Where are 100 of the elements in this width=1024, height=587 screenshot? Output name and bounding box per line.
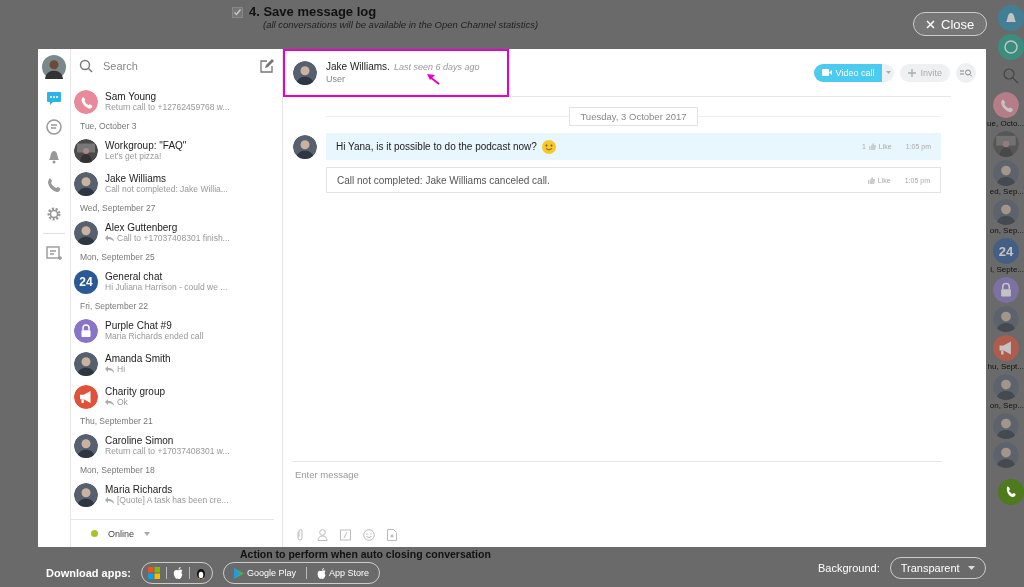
section-note: (all conversations will be available in the Open Channel statistics): [263, 19, 539, 30]
chat-avatar: 24: [993, 238, 1019, 264]
date-header: Wed, September 27: [79, 202, 157, 215]
chat-name[interactable]: Charity group: [105, 386, 166, 397]
thumbs-up-icon: [867, 176, 875, 184]
chat-avatar: 24: [74, 269, 98, 294]
date-label: hu, Sept...: [987, 362, 1024, 371]
windows-icon[interactable]: [147, 567, 160, 579]
avatar: [993, 199, 1019, 225]
avatar: [74, 433, 98, 458]
message-preview: Call to +17037408301 finish...: [117, 233, 230, 243]
date-header: Thu, September 21: [79, 415, 154, 428]
message-preview: Return call to +17037408301 w...: [105, 446, 230, 456]
lock-icon: [993, 277, 1019, 303]
date-header: Mon, September 25: [79, 251, 156, 264]
avatar: [293, 134, 317, 159]
date-header: Tue, October 3: [79, 120, 138, 133]
user-avatar[interactable]: [42, 55, 66, 79]
caret-icon[interactable]: [144, 531, 150, 536]
date-label: on, Sep...: [989, 401, 1024, 410]
chat-name[interactable]: Alex Guttenberg: [105, 222, 178, 233]
chat-name[interactable]: Jake Williams: [105, 173, 167, 184]
status-label[interactable]: Online: [108, 528, 134, 539]
contact-name: Jake Williams.: [326, 61, 390, 72]
camera-icon: [821, 69, 832, 76]
notes-icon[interactable]: [44, 243, 64, 263]
phone-icon: [998, 479, 1024, 505]
chat-name[interactable]: Amanda Smith: [105, 353, 171, 364]
close-button[interactable]: Close: [913, 12, 988, 36]
date-label: on, Sep...: [989, 226, 1024, 235]
reply-icon: [105, 398, 114, 406]
avatar: [993, 374, 1019, 400]
avatar: [74, 482, 98, 507]
phone-icon: [993, 92, 1019, 118]
avatar: [74, 171, 98, 196]
message-preview: Return call to +12762459768 w...: [105, 102, 230, 112]
message-text: Call not completed: Jake Williams canceled call.: [337, 174, 550, 186]
apple-icon[interactable]: [172, 567, 183, 579]
chat-name[interactable]: Workgroup: "FAQ": [105, 140, 187, 151]
last-seen: Last seen 6 days ago: [393, 62, 480, 72]
background-label: Background:: [818, 562, 880, 574]
avatar: [293, 60, 317, 85]
play-icon: [233, 567, 244, 579]
date-label: ed, Sep...: [989, 187, 1024, 196]
store-badge[interactable]: Google Play: [229, 567, 300, 579]
section-heading: 4. Save message log: [249, 4, 378, 19]
chat-name[interactable]: Caroline Simon: [105, 435, 174, 446]
reply-icon: [105, 234, 114, 242]
message-preview: Let's get pizza!: [105, 151, 162, 161]
avatar: [74, 220, 98, 245]
thumbs-up-icon: [868, 143, 876, 150]
message-preview: Call not completed: Jake Willia...: [105, 184, 228, 194]
date-header: Mon, September 18: [79, 464, 156, 477]
caret-button[interactable]: [882, 63, 895, 82]
close-icon: [926, 19, 935, 29]
message-preview: Hi Juliana Harrison - could we ...: [105, 282, 228, 292]
search-icon: [960, 68, 972, 77]
smiley-icon: [541, 139, 556, 154]
download-label: Download apps:: [46, 567, 131, 579]
avatar: [993, 160, 1019, 186]
lock-icon: [74, 318, 98, 343]
megaphone-icon: [74, 384, 98, 409]
megaphone-icon: [993, 335, 1019, 361]
compose-icon[interactable]: [260, 59, 274, 73]
apple-icon: [317, 567, 326, 579]
chat-name[interactable]: General chat: [105, 271, 163, 282]
avatar: [74, 351, 98, 376]
chat-name[interactable]: Sam Young: [105, 91, 157, 102]
document-icon[interactable]: [387, 529, 397, 541]
avatar: [993, 413, 1019, 439]
penguin-icon[interactable]: [195, 567, 206, 579]
message-preview: Ok: [117, 397, 128, 407]
date-label: ue, Octo...: [987, 119, 1024, 128]
chat-name[interactable]: Purple Chat #9: [105, 320, 172, 331]
message-preview: Maria Richards ended call: [105, 331, 204, 341]
slash-icon[interactable]: [340, 529, 351, 541]
caret-icon: [967, 566, 975, 570]
paperclip-icon[interactable]: [295, 529, 305, 541]
message-text: Hi Yana, is it possible to do the podcast now?: [336, 141, 537, 152]
search-button[interactable]: [956, 62, 976, 83]
section-heading: Action to perform when auto closing conversation: [240, 548, 491, 560]
store-badge[interactable]: App Store: [313, 567, 373, 579]
search-icon: [79, 59, 93, 73]
plus-icon: [908, 68, 917, 77]
reply-icon: [105, 496, 114, 504]
avatar: [993, 306, 1019, 332]
message-preview: [Quote] A task has been cre...: [117, 495, 229, 505]
background-dropdown[interactable]: Transparent: [889, 557, 986, 579]
date-header: Fri, September 22: [79, 300, 150, 313]
message-preview: Hi: [117, 364, 126, 374]
chat-name[interactable]: Maria Richards: [105, 484, 173, 495]
bell-icon: [998, 5, 1024, 31]
group-avatar: [993, 131, 1019, 157]
reply-icon: [105, 365, 114, 373]
pointer-arrow: [426, 73, 440, 85]
avatar: [993, 442, 1019, 468]
person-icon[interactable]: [317, 529, 328, 541]
group-avatar: [74, 138, 98, 163]
smiley-icon[interactable]: [363, 529, 375, 541]
contact-role: User: [326, 74, 345, 84]
